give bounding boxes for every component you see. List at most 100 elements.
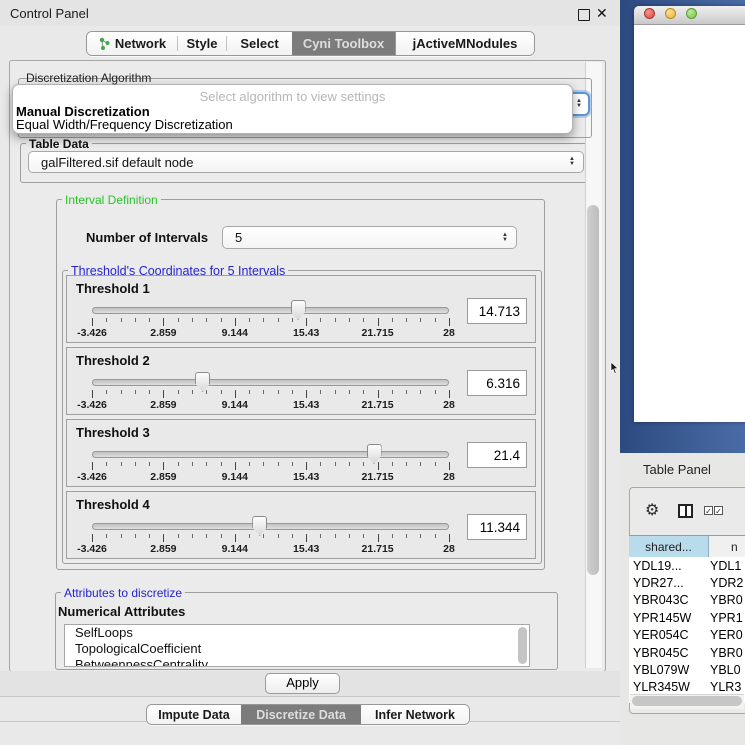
slider-thumb[interactable]: [367, 444, 382, 464]
column-header-name[interactable]: n: [709, 536, 745, 558]
table-row[interactable]: YER054CYER0: [629, 627, 745, 644]
tab-cyni-toolbox[interactable]: Cyni Toolbox: [292, 32, 395, 55]
mouse-cursor: [610, 362, 620, 374]
column-header-shared-name[interactable]: shared...: [629, 536, 709, 558]
tick-label: 21.715: [362, 327, 394, 339]
tab-label: Discretize Data: [256, 708, 346, 722]
popup-item-equal-width-frequency[interactable]: Equal Width/Frequency Discretization: [16, 117, 233, 132]
slider-track[interactable]: [92, 523, 449, 530]
slider-ticks: [67, 462, 535, 471]
table-hscrollbar-thumb[interactable]: [632, 696, 742, 706]
tab-label: Select: [240, 36, 278, 51]
column-layout-icon[interactable]: [678, 504, 693, 518]
bottom-tab-bar: Impute Data Discretize Data Infer Networ…: [146, 704, 470, 725]
table-row[interactable]: YBR045CYBR0: [629, 644, 745, 661]
node-label: GA: [734, 145, 745, 160]
network-node[interactable]: [626, 312, 643, 329]
network-node[interactable]: [679, 223, 704, 248]
slider-track[interactable]: [92, 451, 449, 458]
tab-label: Network: [115, 36, 166, 51]
network-node[interactable]: [709, 410, 723, 424]
tab-discretize-data[interactable]: Discretize Data: [241, 705, 361, 724]
tick-label: 15.43: [293, 543, 319, 555]
tab-impute-data[interactable]: Impute Data: [147, 705, 241, 724]
attributes-list-scrollbar[interactable]: [518, 627, 527, 664]
tab-style[interactable]: Style: [178, 32, 226, 55]
threshold-3-panel: Threshold 3 -3.426 2.859 9.144 15.43 21.…: [66, 419, 536, 487]
tick-label: 9.144: [222, 399, 248, 411]
tab-label: Style: [186, 36, 217, 51]
threshold-value-field[interactable]: 11.344: [467, 514, 527, 540]
stepper-arrows-icon: ▲▼: [502, 233, 508, 243]
tick-label: 2.859: [150, 543, 176, 555]
network-node[interactable]: [729, 167, 745, 186]
threshold-2-panel: Threshold 2 -3.426 2.859 9.144 15.43 21.…: [66, 347, 536, 415]
numerical-attributes-label: Numerical Attributes: [58, 604, 185, 619]
network-node[interactable]: [668, 123, 683, 138]
tab-label: jActiveMNodules: [413, 36, 518, 51]
tab-label: Impute Data: [158, 708, 230, 722]
table-row[interactable]: YDR27...YDR2: [629, 574, 745, 591]
number-of-intervals-combobox[interactable]: 5 ▲▼: [222, 226, 517, 249]
network-node[interactable]: [723, 306, 743, 326]
apply-button[interactable]: Apply: [265, 673, 340, 694]
control-panel-titlebar: Control Panel ✕: [0, 0, 620, 26]
tick-label: 15.43: [293, 471, 319, 483]
tick-label: -3.426: [77, 327, 107, 339]
list-item[interactable]: SelfLoops: [65, 625, 529, 641]
float-window-icon[interactable]: [578, 9, 590, 21]
control-panel-title: Control Panel: [10, 6, 89, 21]
slider-ticks: [67, 390, 535, 399]
tick-label: 21.715: [362, 471, 394, 483]
algorithm-dropdown-popup: Select algorithm to view settings Manual…: [12, 84, 573, 134]
network-node[interactable]: [678, 374, 695, 391]
tick-label: -3.426: [77, 399, 107, 411]
network-node[interactable]: [724, 126, 740, 142]
tick-label: 15.43: [293, 399, 319, 411]
threshold-label: Threshold 1: [76, 281, 150, 296]
tab-select[interactable]: Select: [227, 32, 292, 55]
tick-label: 28: [443, 327, 455, 339]
numerical-attributes-list: SelfLoops TopologicalCoefficient Between…: [64, 624, 530, 667]
interval-definition-legend: Interval Definition: [62, 193, 161, 207]
table-data-combobox[interactable]: galFiltered.sif default node ▲▼: [28, 151, 584, 173]
node-label: GCY1: [630, 334, 665, 349]
slider-track[interactable]: [92, 307, 449, 314]
tab-jactivemnodules[interactable]: jActiveMNodules: [395, 32, 534, 55]
tab-network[interactable]: Network: [87, 32, 177, 55]
tick-label: 15.43: [293, 327, 319, 339]
threshold-value-field[interactable]: 21.4: [467, 442, 527, 468]
table-header-row: shared... n: [629, 535, 745, 559]
threshold-value-field[interactable]: 6.316: [467, 370, 527, 396]
table-row[interactable]: YBL079WYBL0: [629, 661, 745, 678]
list-item[interactable]: TopologicalCoefficient: [65, 641, 529, 657]
tick-label: 9.144: [222, 471, 248, 483]
table-row[interactable]: YPR145WYPR1: [629, 609, 745, 626]
threshold-value-field[interactable]: 14.713: [467, 298, 527, 324]
tick-label: -3.426: [77, 543, 107, 555]
panel-scrollbar-thumb[interactable]: [587, 205, 599, 575]
checkbox-icon[interactable]: ✓: [704, 506, 713, 515]
slider-track[interactable]: [92, 379, 449, 386]
network-graph: GAL80 GA C GAL11 GAL4 GCY1 H HAP2: [620, 0, 745, 455]
table-data-value: galFiltered.sif default node: [41, 155, 569, 170]
close-icon[interactable]: ✕: [596, 5, 608, 22]
threshold-label: Threshold 2: [76, 353, 150, 368]
slider-thumb[interactable]: [252, 516, 267, 536]
node-label: HAP2: [688, 394, 722, 409]
tick-label: 2.859: [150, 471, 176, 483]
network-node[interactable]: [642, 182, 657, 197]
tab-infer-network[interactable]: Infer Network: [361, 705, 469, 724]
node-label: H: [739, 332, 745, 347]
gear-icon[interactable]: ⚙: [645, 500, 659, 520]
node-label: GAL80: [676, 140, 716, 155]
table-row[interactable]: YBR043CYBR0: [629, 592, 745, 609]
number-of-intervals-label: Number of Intervals: [86, 230, 208, 245]
slider-thumb[interactable]: [291, 300, 306, 320]
tick-label: 2.859: [150, 327, 176, 339]
list-item[interactable]: BetweennessCentrality: [65, 657, 529, 667]
table-row[interactable]: YDL19...YDL1: [629, 557, 745, 574]
slider-thumb[interactable]: [195, 372, 210, 392]
tick-label: 28: [443, 543, 455, 555]
checkbox-icon[interactable]: ✓: [714, 506, 723, 515]
